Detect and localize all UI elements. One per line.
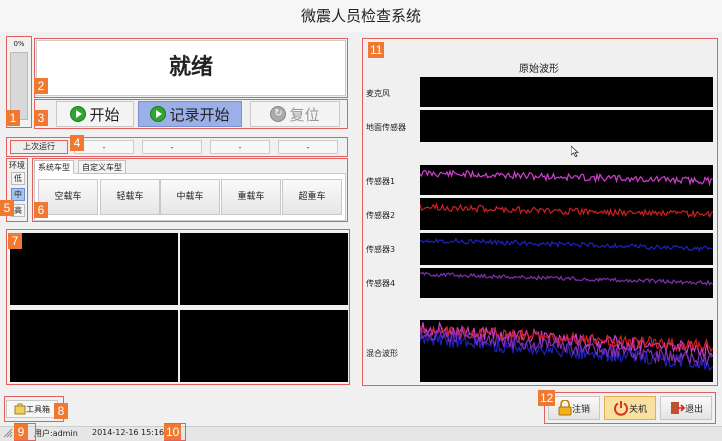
wave-label-sensor1: 传感器1 [366,177,396,186]
callout-12: 12 [538,390,556,406]
wave-label-ground: 地面传感器 [366,123,406,132]
wave-label-sensor2: 传感器2 [366,211,396,220]
callout-5: 5 [0,200,14,216]
callout-2: 2 [34,78,48,94]
wave-label-sensor4: 传感器4 [366,279,396,288]
callout-box-2 [34,38,348,98]
wave-label-sensor3: 传感器3 [366,245,396,254]
wave-label-mixed: 混合波形 [366,349,398,358]
wave-sensor2 [420,198,713,230]
callout-3: 3 [34,110,48,126]
wave-sensor3 [420,233,713,265]
wave-mic [420,77,713,107]
callout-box-7 [6,229,350,385]
wave-sensor1 [420,165,713,195]
wave-ground [420,110,713,142]
callout-9: 9 [14,424,28,440]
waveform-title: 原始波形 [519,64,559,75]
callout-8: 8 [54,403,68,419]
callout-box-12 [544,392,716,424]
mixed-wave-line [420,327,713,367]
callout-11: 11 [368,42,385,58]
callout-box-4 [6,137,348,157]
wave-sensor4 [420,268,713,298]
callout-7: 7 [8,233,22,249]
wave-mixed [420,320,713,382]
mouse-cursor-icon [571,146,579,157]
callout-1: 1 [6,110,20,126]
callout-10: 10 [164,424,182,440]
status-user: 用户:admin [34,429,78,438]
resize-grip-icon [3,428,13,438]
wave-label-mic: 麦克风 [366,89,390,98]
callout-6: 6 [34,202,48,218]
callout-4: 4 [70,135,84,151]
callout-box-3 [34,99,348,129]
window-title: 微震人员检查系统 [0,0,722,32]
callout-box-6 [32,158,348,222]
